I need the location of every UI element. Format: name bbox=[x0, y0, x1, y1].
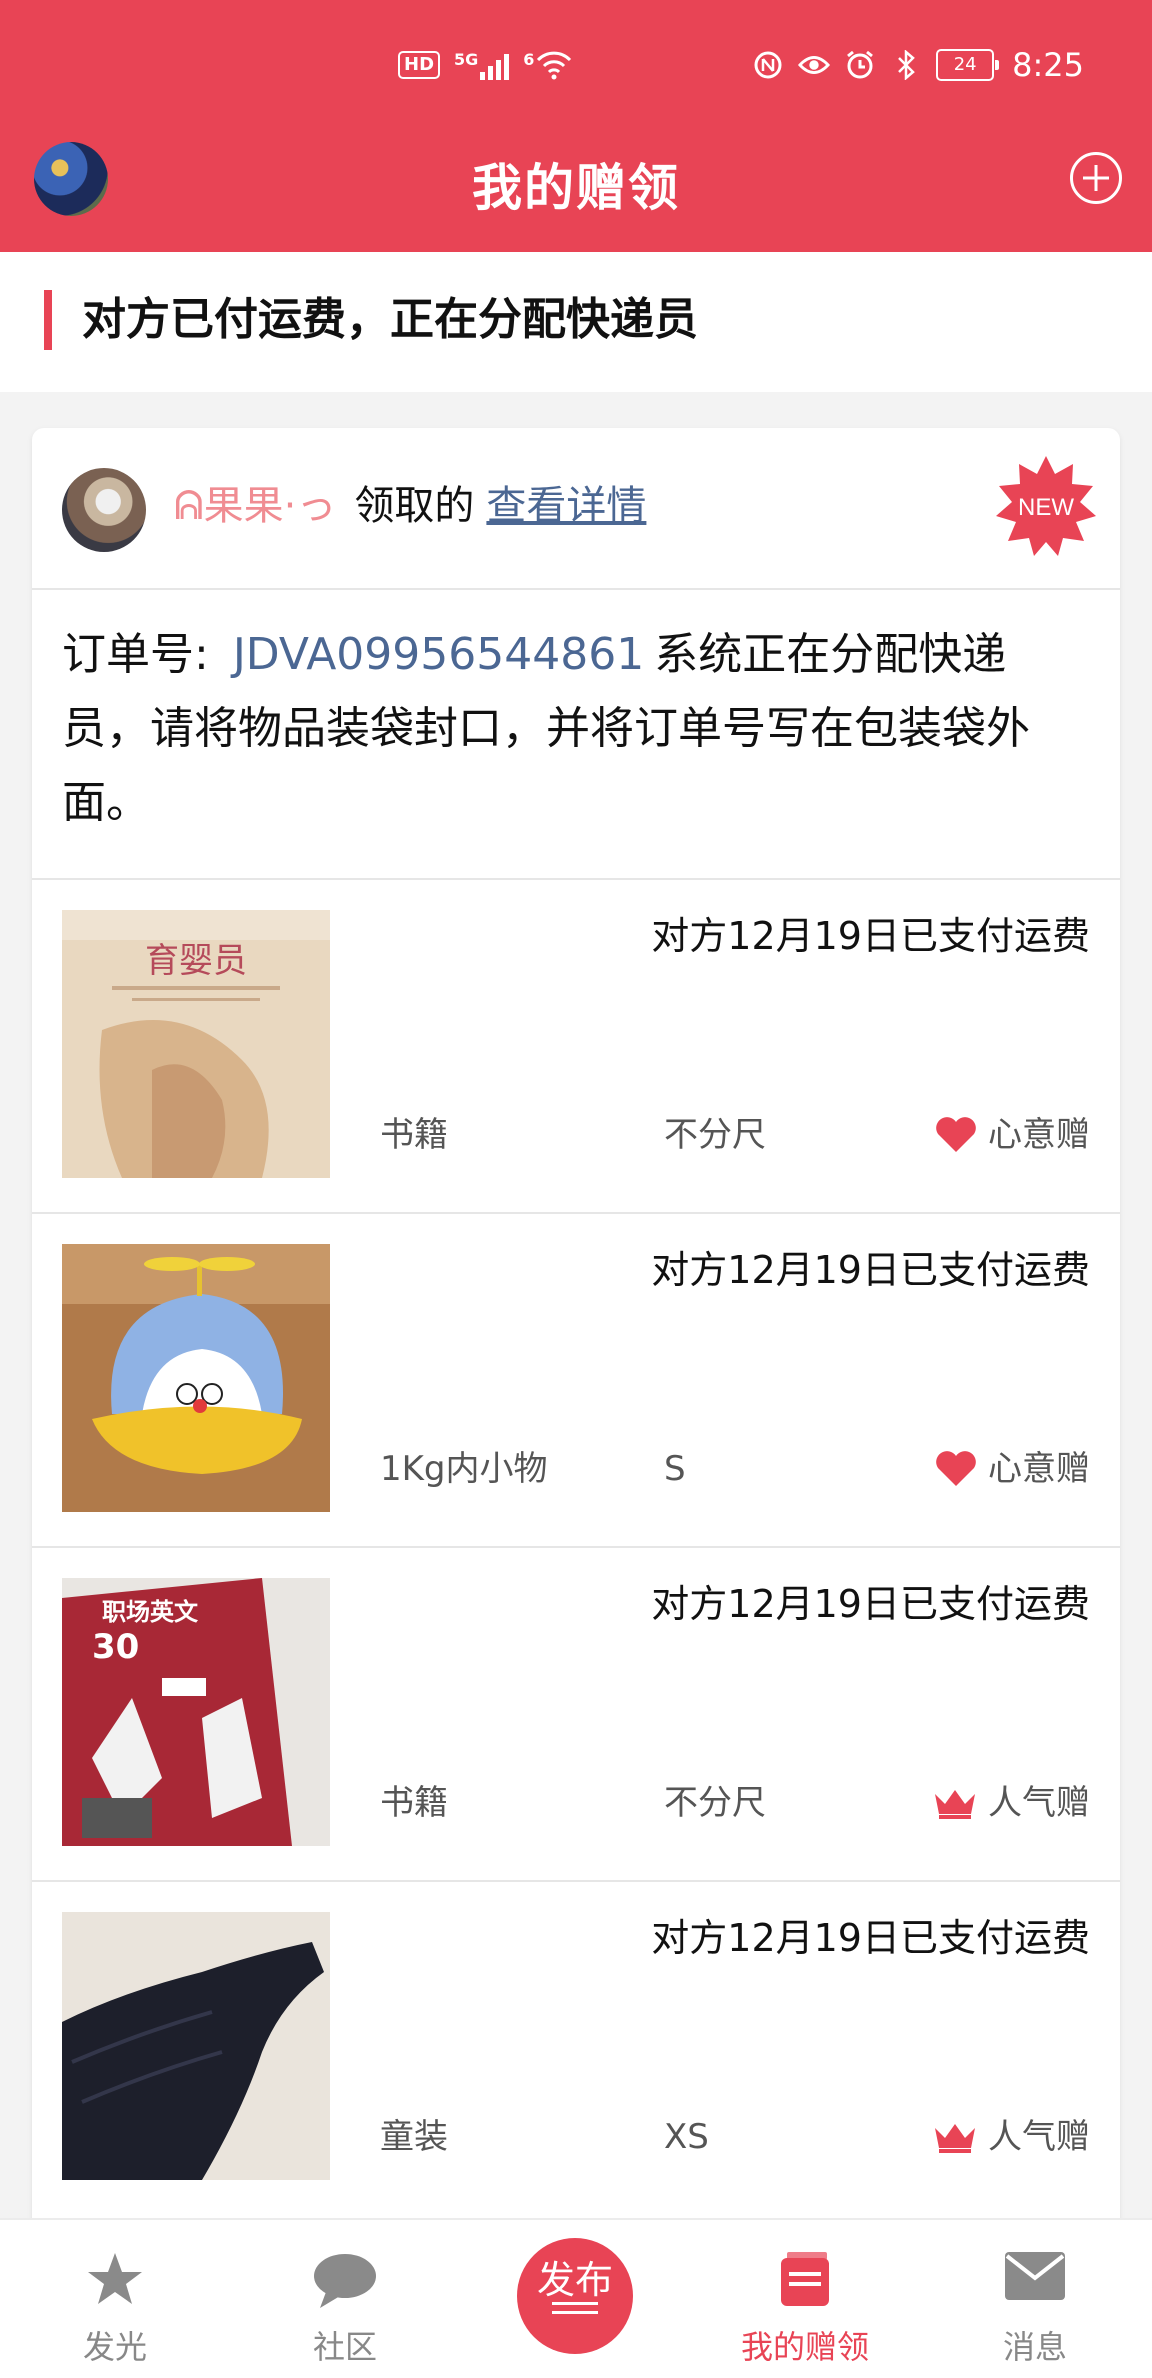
item-list: 育婴员 对方12月19日已支付运费 书籍 不分尺 心意赠 对方12月19日已支付… bbox=[32, 878, 1120, 2214]
nav-label: 消息 bbox=[1002, 2328, 1067, 2366]
payment-status: 对方12月19日已支付运费 bbox=[651, 1916, 1090, 1960]
signal-label: 5G bbox=[454, 50, 479, 69]
add-icon[interactable] bbox=[1070, 152, 1122, 204]
crown-icon bbox=[935, 2124, 975, 2153]
gift-type-label: 心意赠 bbox=[988, 1449, 1090, 1489]
item-category: 书籍 bbox=[380, 1783, 448, 1823]
book-icon bbox=[781, 2252, 829, 2306]
network-indicators: HD 5G 6 bbox=[398, 50, 572, 80]
gift-type-label: 人气赠 bbox=[988, 2117, 1090, 2157]
heart-icon bbox=[936, 1451, 976, 1486]
system-indicators: 24 8:25 bbox=[752, 46, 1084, 84]
svg-text:30: 30 bbox=[92, 1627, 139, 1667]
gift-type: 心意赠 bbox=[934, 1444, 1090, 1494]
payment-status: 对方12月19日已支付运费 bbox=[651, 1582, 1090, 1626]
publish-icon[interactable]: 发布 bbox=[517, 2238, 633, 2354]
gift-type: 人气赠 bbox=[932, 2112, 1090, 2162]
alarm-icon bbox=[844, 49, 876, 81]
new-badge: NEW bbox=[996, 456, 1096, 556]
payment-status: 对方12月19日已支付运费 bbox=[651, 914, 1090, 958]
bluetooth-icon bbox=[890, 49, 922, 81]
claimer-avatar[interactable] bbox=[62, 468, 146, 552]
section-title: 对方已付运费，正在分配快递员 bbox=[82, 294, 698, 345]
nav-item-faguang[interactable]: 发光 bbox=[0, 2220, 230, 2378]
bottom-nav: 发光 社区 发布 我的赠领 消息 bbox=[0, 2218, 1152, 2378]
svg-text:职场英文: 职场英文 bbox=[102, 1598, 199, 1626]
item-thumbnail[interactable] bbox=[62, 1912, 330, 2180]
order-number[interactable]: JDVA09956544861 bbox=[233, 629, 644, 680]
nfc-icon bbox=[752, 49, 784, 81]
list-item[interactable]: 对方12月19日已支付运费 童装 XS 人气赠 bbox=[32, 1880, 1120, 2214]
item-thumbnail[interactable]: 育婴员 bbox=[62, 910, 330, 1178]
list-item[interactable]: 职场英文 30 对方12月19日已支付运费 书籍 不分尺 人气赠 bbox=[32, 1546, 1120, 1880]
item-category: 童装 bbox=[380, 2117, 448, 2157]
gift-type: 人气赠 bbox=[932, 1778, 1090, 1828]
item-category: 1Kg内小物 bbox=[380, 1449, 548, 1489]
nav-label: 社区 bbox=[312, 2328, 377, 2366]
nav-label: 我的赠领 bbox=[740, 2328, 869, 2366]
crown-icon bbox=[935, 1790, 975, 1819]
item-category: 书籍 bbox=[380, 1115, 448, 1155]
svg-text:育婴员: 育婴员 bbox=[145, 941, 247, 981]
nav-item-publish[interactable]: 发布 bbox=[460, 2220, 690, 2378]
wifi-label: 6 bbox=[523, 50, 535, 69]
publish-lines bbox=[552, 2302, 598, 2320]
section-accent-bar bbox=[44, 290, 52, 350]
payment-status: 对方12月19日已支付运费 bbox=[651, 1248, 1090, 1292]
battery-indicator: 24 bbox=[936, 49, 1000, 81]
eye-icon bbox=[798, 49, 831, 81]
list-item[interactable]: 对方12月19日已支付运费 1Kg内小物 S 心意赠 bbox=[32, 1212, 1120, 1546]
item-size: 不分尺 bbox=[664, 1783, 766, 1823]
gift-type: 心意赠 bbox=[934, 1110, 1090, 1160]
claim-text: 领取的 bbox=[354, 483, 475, 529]
list-item[interactable]: 育婴员 对方12月19日已支付运费 书籍 不分尺 心意赠 bbox=[32, 878, 1120, 1212]
page-title: 我的赠领 bbox=[472, 159, 680, 217]
nav-item-community[interactable]: 社区 bbox=[230, 2220, 460, 2378]
status-section: 对方已付运费，正在分配快递员 bbox=[0, 252, 1152, 392]
gift-type-label: 心意赠 bbox=[988, 1115, 1090, 1155]
chat-icon bbox=[314, 2254, 376, 2308]
nav-item-my-gifts[interactable]: 我的赠领 bbox=[690, 2220, 920, 2378]
mail-icon bbox=[1005, 2252, 1065, 2300]
status-time: 8:25 bbox=[1012, 46, 1084, 84]
app-header: HD 5G 6 24 8:25 我的赠领 bbox=[0, 0, 1152, 252]
claimer-name[interactable]: ᕱ果果·っ bbox=[174, 483, 336, 529]
nav-item-messages[interactable]: 消息 bbox=[920, 2220, 1150, 2378]
card-header: ᕱ果果·っ 领取的 查看详情 NEW bbox=[32, 428, 1120, 590]
claim-card: ᕱ果果·っ 领取的 查看详情 NEW 订单号: JDVA09956544861 系统正在… bbox=[32, 428, 1120, 2248]
item-size: S bbox=[664, 1449, 686, 1489]
hd-badge: HD bbox=[398, 51, 441, 79]
gift-type-label: 人气赠 bbox=[988, 1783, 1090, 1823]
new-badge-label: NEW bbox=[1018, 494, 1074, 521]
status-bar: HD 5G 6 24 8:25 bbox=[0, 0, 1152, 130]
star-icon bbox=[88, 2253, 142, 2304]
item-thumbnail[interactable]: 职场英文 30 bbox=[62, 1578, 330, 1846]
nav-label: 发光 bbox=[82, 2328, 147, 2366]
heart-icon bbox=[936, 1117, 976, 1152]
order-info: 订单号: JDVA09956544861 系统正在分配快递员，请将物品装袋封口，并将… bbox=[62, 618, 1092, 840]
item-size: XS bbox=[664, 2117, 709, 2157]
wifi-icon: 6 bbox=[523, 50, 572, 80]
claim-info: ᕱ果果·っ 领取的 查看详情 bbox=[174, 476, 646, 536]
order-label: 订单号: bbox=[62, 629, 209, 680]
publish-label: 发布 bbox=[536, 2258, 613, 2302]
view-details-link[interactable]: 查看详情 bbox=[486, 483, 646, 529]
item-thumbnail[interactable] bbox=[62, 1244, 330, 1512]
signal-icon: 5G bbox=[454, 50, 510, 80]
item-size: 不分尺 bbox=[664, 1115, 766, 1155]
